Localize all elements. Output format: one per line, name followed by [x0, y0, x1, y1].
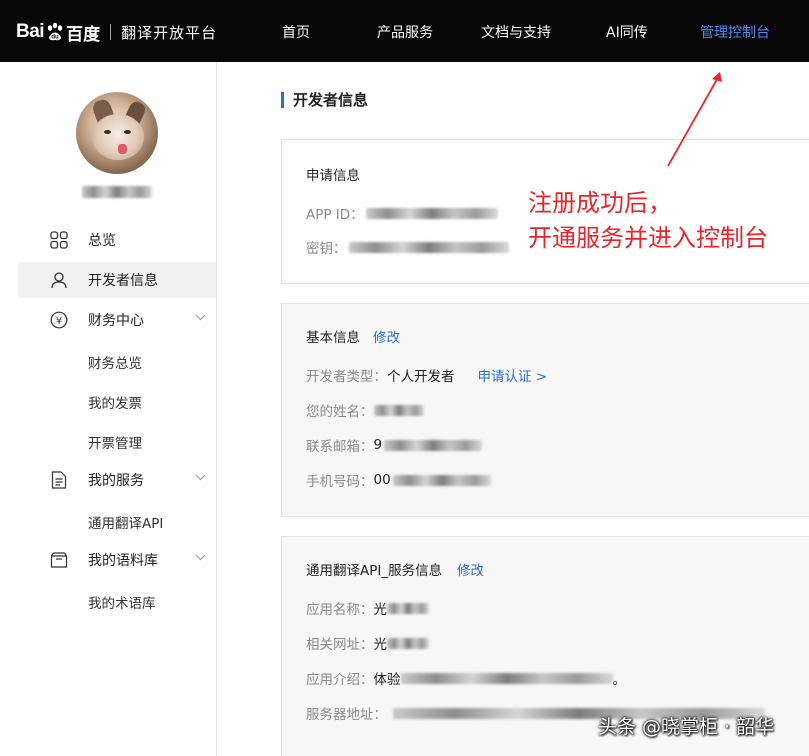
related-url-redacted	[387, 637, 429, 649]
name-row: 您的姓名：	[306, 400, 424, 420]
app-name-row: 应用名称： 光	[306, 598, 429, 618]
top-navbar: Bai du 百度 翻译开放平台 首页 产品服务 文档与支持 AI同传 管理控制…	[0, 0, 809, 62]
sidebar-item-finance[interactable]: ¥ 财务中心	[18, 302, 216, 338]
nav-docs[interactable]: 文档与支持	[481, 22, 551, 42]
baidu-logo[interactable]: Bai du 百度 翻译开放平台	[16, 20, 218, 45]
sidebar-item-my-corpus[interactable]: 我的语料库	[18, 542, 216, 578]
chevron-down-icon	[195, 314, 206, 321]
app-intro-label: 应用介绍：	[306, 672, 374, 688]
email-redacted	[384, 439, 483, 451]
app-name-redacted	[387, 602, 429, 614]
document-icon	[48, 469, 70, 491]
sidebar-subitem-my-invoices[interactable]: 我的发票	[88, 392, 142, 412]
related-url-label: 相关网址：	[306, 637, 374, 653]
apply-certification-link[interactable]: 申请认证 >	[478, 365, 548, 385]
card-title: 通用翻译API_服务信息	[306, 563, 443, 579]
developer-type-value: 个人开发者	[387, 369, 455, 385]
server-address-label: 服务器地址：	[306, 707, 387, 723]
sidebar-item-my-services[interactable]: 我的服务	[18, 462, 216, 498]
sidebar: 总览 开发者信息 ¥ 财务中心 财务总览 我的发票 开票管理 我的服务 通用翻译…	[0, 62, 217, 756]
avatar-cat-face	[92, 114, 144, 160]
nav-home[interactable]: 首页	[282, 22, 310, 42]
paw-icon: du	[47, 22, 63, 41]
basic-info-card: 基本信息 修改 开发者类型： 个人开发者 申请认证 > 您的姓名： 联系邮箱： …	[281, 303, 809, 517]
email-label: 联系邮箱：	[306, 439, 374, 455]
sidebar-item-label: 开发者信息	[88, 273, 158, 289]
sidebar-item-label: 总览	[88, 233, 116, 249]
phone-redacted	[392, 474, 491, 486]
username-redacted	[82, 186, 152, 198]
secret-row: 密钥：	[306, 237, 509, 257]
inbox-icon	[48, 549, 70, 571]
sidebar-subitem-my-termbase[interactable]: 我的术语库	[88, 592, 156, 612]
app-intro-prefix: 体验	[373, 672, 401, 688]
app-name-prefix: 光	[373, 602, 388, 618]
app-intro-row: 应用介绍： 体验 。	[306, 668, 626, 688]
annotation-text: 注册成功后， 开通服务并进入控制台	[528, 186, 768, 256]
grid-icon	[48, 229, 70, 251]
watermark: 头条 @晓掌柜 · 韶华	[598, 716, 775, 738]
nav-products[interactable]: 产品服务	[377, 22, 433, 42]
phone-prefix: 00	[373, 472, 391, 488]
logo-bai-text: Bai	[16, 21, 45, 42]
app-intro-suffix: 。	[612, 672, 627, 688]
related-url-prefix: 光	[373, 637, 388, 653]
user-icon	[48, 269, 70, 291]
phone-row: 手机号码： 00	[306, 470, 491, 490]
sidebar-item-label: 我的语料库	[88, 553, 158, 569]
page-title: 开发者信息	[281, 92, 368, 108]
avatar-cat-eye	[104, 130, 111, 134]
secret-label: 密钥：	[306, 241, 347, 257]
app-name-label: 应用名称：	[306, 602, 374, 618]
logo-du-text: 百度	[66, 24, 101, 45]
email-prefix: 9	[373, 437, 383, 453]
annotation-line-1: 注册成功后，	[528, 189, 672, 217]
annotation-line-2: 开通服务并进入控制台	[528, 224, 768, 252]
sidebar-item-label: 我的服务	[88, 473, 144, 489]
nav-console[interactable]: 管理控制台	[700, 22, 770, 42]
sidebar-subitem-invoice-management[interactable]: 开票管理	[88, 432, 142, 452]
app-intro-redacted	[400, 672, 613, 684]
sidebar-item-overview[interactable]: 总览	[18, 222, 216, 258]
developer-type-label: 开发者类型：	[306, 369, 387, 385]
chevron-down-icon	[195, 554, 206, 561]
sidebar-subitem-general-translation-api[interactable]: 通用翻译API	[88, 512, 163, 532]
nav-ai-interpretation[interactable]: AI同传	[606, 22, 648, 42]
sidebar-item-developer-info[interactable]: 开发者信息	[18, 262, 216, 298]
annotation-arrow-icon	[667, 72, 722, 167]
phone-label: 手机号码：	[306, 474, 374, 490]
card-title: 申请信息	[306, 168, 360, 184]
logo-divider	[110, 24, 112, 40]
avatar-cat-eye	[124, 130, 131, 134]
sidebar-item-label: 财务中心	[88, 313, 144, 329]
chevron-down-icon	[195, 474, 206, 481]
avatar-cat-tongue	[118, 144, 127, 154]
related-url-row: 相关网址： 光	[306, 633, 429, 653]
name-label: 您的姓名：	[306, 404, 374, 420]
svg-text:¥: ¥	[56, 316, 62, 327]
name-redacted	[373, 404, 424, 416]
sidebar-subitem-finance-overview[interactable]: 财务总览	[88, 352, 142, 372]
yen-icon: ¥	[48, 309, 70, 331]
app-id-redacted	[365, 207, 498, 219]
edit-basic-info-link[interactable]: 修改	[373, 326, 400, 346]
app-id-row: APP ID：	[306, 203, 498, 223]
email-row: 联系邮箱： 9	[306, 435, 483, 455]
avatar[interactable]	[76, 92, 158, 174]
app-id-label: APP ID：	[306, 207, 364, 223]
svg-text:du: du	[51, 35, 59, 41]
card-title: 基本信息	[306, 330, 360, 346]
developer-type-row: 开发者类型： 个人开发者 申请认证 >	[306, 365, 547, 385]
logo-subtitle: 翻译开放平台	[121, 23, 218, 42]
edit-service-info-link[interactable]: 修改	[457, 559, 484, 579]
secret-redacted	[348, 241, 509, 253]
